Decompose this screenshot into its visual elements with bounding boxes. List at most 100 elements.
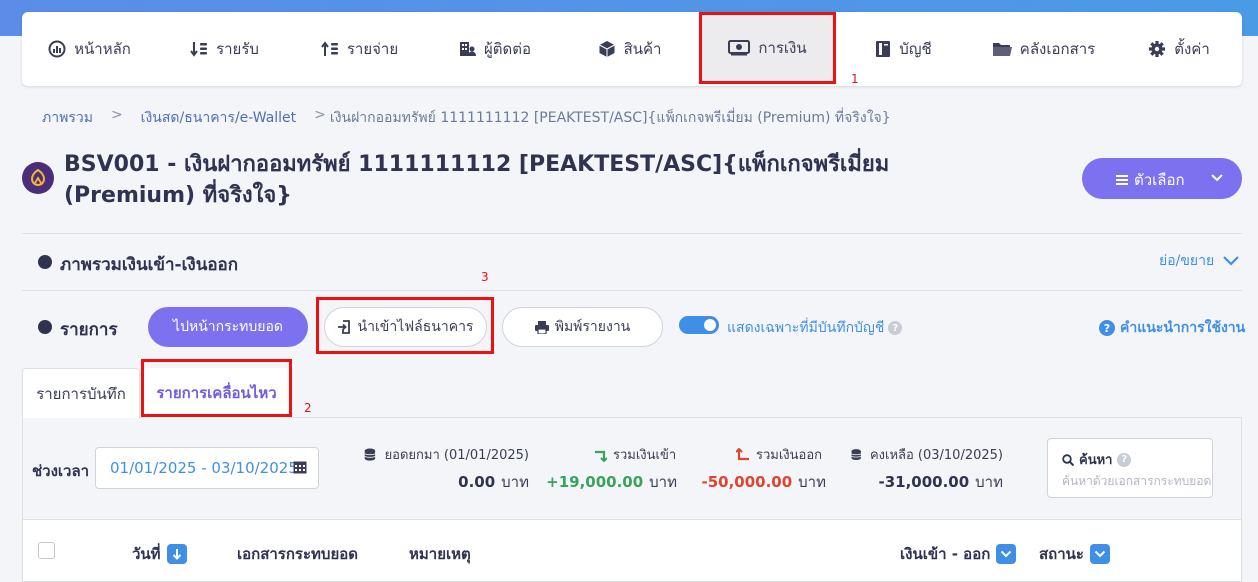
tab-label: รายการบันทึก <box>36 384 126 403</box>
calendar-icon <box>293 461 307 474</box>
column-in-out-label: เงินเข้า - ออก <box>900 545 991 563</box>
currency-unit: บาท <box>798 473 826 491</box>
help-icon[interactable]: ? <box>888 321 903 335</box>
search-box[interactable]: ค้นหา ? ค้นหาด้วยเอกสารกระทบยอด <box>1047 438 1213 498</box>
nav-item-products[interactable]: สินค้า <box>562 12 697 86</box>
options-label-wrap: ตัวเลือก <box>1116 168 1185 192</box>
total-out-value: -50,000.00 <box>701 473 793 491</box>
divider <box>22 290 1242 291</box>
annotation-marker-3: 3 <box>481 270 489 284</box>
annotation-marker-1: 1 <box>851 72 859 86</box>
usage-guide-link[interactable]: ? คำแนะนำการใช้งาน <box>1099 317 1245 339</box>
section-bullet <box>38 255 52 269</box>
nav-item-finance[interactable]: การเงิน <box>699 12 836 84</box>
total-out-stat: รวมเงินออก -50,000.00 บาท <box>701 444 826 491</box>
nav-item-label: ตั้งค่า <box>1174 40 1210 58</box>
column-reconcile-doc: เอกสารกระทบยอด <box>237 545 358 563</box>
date-range-picker[interactable]: 01/01/2025 - 03/10/2025 <box>95 447 319 489</box>
nav-item-label: ผู้ติดต่อ <box>483 40 532 58</box>
divider <box>22 233 1242 234</box>
breadcrumb-separator: > <box>110 107 123 123</box>
balance-label: คงเหลือ (03/10/2025) <box>869 448 1003 463</box>
total-in-label: รวมเงินเข้า <box>613 448 677 463</box>
chevron-down-icon <box>1223 256 1239 266</box>
nav-item-settings[interactable]: ตั้งค่า <box>1116 12 1242 86</box>
breadcrumb: ภาพรวม > เงินสด/ธนาคาร/e-Wallet > เงินฝา… <box>42 107 891 129</box>
balance-stat: คงเหลือ (03/10/2025) -31,000.00 บาท <box>850 444 1003 491</box>
chevron-down-icon[interactable] <box>1089 544 1110 564</box>
total-in-stat: รวมเงินเข้า +19,000.00 บาท <box>546 444 677 491</box>
annotation-highlight-box <box>141 359 292 417</box>
ledger-book-icon <box>876 41 891 57</box>
nav-item-dashboard[interactable]: หน้าหลัก <box>22 12 157 86</box>
product-box-icon <box>598 41 615 57</box>
brought-forward-stat: ยอดยกมา (01/01/2025) 0.00 บาท <box>363 444 529 491</box>
print-report-button[interactable]: พิมพ์รายงาน <box>502 307 663 347</box>
chevron-down-icon[interactable] <box>996 544 1017 564</box>
annotation-marker-2: 2 <box>304 401 312 415</box>
table-header: วันที่ เอกสารกระทบยอด หมายเหตุ เงินเข้า … <box>23 519 1241 581</box>
reconcile-page-button[interactable]: ไปหน้ากระทบยอด <box>148 307 308 347</box>
nav-item-documents[interactable]: คลังเอกสาร <box>971 12 1116 86</box>
nav-item-contacts[interactable]: ผู้ติดต่อ <box>427 12 562 86</box>
search-label: ค้นหา <box>1079 453 1113 468</box>
chevron-down-icon <box>1211 174 1223 182</box>
nav-item-label: สินค้า <box>623 40 662 58</box>
usage-guide-label: คำแนะนำการใช้งาน <box>1120 320 1246 336</box>
toggle-knob <box>704 319 716 331</box>
brought-forward-label: ยอดยกมา (01/01/2025) <box>384 448 529 463</box>
currency-unit: บาท <box>501 473 529 491</box>
brought-forward-value: 0.00 <box>458 473 496 491</box>
tab-recorded-entries[interactable]: รายการบันทึก <box>22 368 140 418</box>
column-in-out: เงินเข้า - ออก <box>900 542 1017 566</box>
currency-unit: บาท <box>649 473 677 491</box>
search-input[interactable]: ค้นหาด้วยเอกสารกระทบยอด <box>1062 472 1212 491</box>
arrow-out-icon <box>736 447 749 460</box>
breadcrumb-separator: > <box>314 107 326 123</box>
column-date: วันที่ <box>132 542 187 566</box>
collapse-expand-toggle[interactable]: ย่อ/ขยาย <box>1159 250 1240 272</box>
breadcrumb-current: เงินฝากออมทรัพย์ 1111111112 [PEAKTEST/AS… <box>329 110 891 126</box>
date-range-value: 01/01/2025 - 03/10/2025 <box>110 459 298 477</box>
period-label: ช่วงเวลา <box>32 462 90 480</box>
nav-item-label: หน้าหลัก <box>74 40 131 58</box>
options-dropdown-button[interactable]: ตัวเลือก <box>1082 158 1242 199</box>
annotation-highlight-box <box>316 297 494 354</box>
reconcile-button-label: ไปหน้ากระทบยอด <box>173 319 283 335</box>
column-note: หมายเหตุ <box>409 545 471 563</box>
show-recorded-only-toggle[interactable] <box>679 316 719 334</box>
breadcrumb-cash-bank-link[interactable]: เงินสด/ธนาคาร/e-Wallet <box>141 107 297 129</box>
transactions-section-title: รายการ <box>60 320 118 340</box>
bank-logo-icon <box>22 162 54 194</box>
select-all-checkbox[interactable] <box>38 542 55 559</box>
search-icon <box>1062 453 1074 466</box>
balance-value: -31,000.00 <box>878 473 970 491</box>
coin-stack-icon <box>364 448 376 461</box>
column-status: สถานะ <box>1039 542 1110 566</box>
sort-down-icon[interactable] <box>166 544 187 564</box>
main-nav: หน้าหลัก รายรับ รายจ่าย ผู้ติดต่อ สินค้า… <box>22 12 1242 86</box>
gear-icon <box>1149 41 1166 57</box>
help-icon[interactable]: ? <box>1117 452 1132 467</box>
nav-item-expense[interactable]: รายจ่าย <box>292 12 427 86</box>
income-icon <box>190 42 208 57</box>
expense-icon <box>321 41 338 56</box>
show-recorded-only-label: แสดงเฉพาะที่มีบันทึกบัญชี <box>727 320 885 336</box>
column-status-label: สถานะ <box>1039 545 1084 563</box>
section-bullet <box>38 320 52 334</box>
breadcrumb-overview-link[interactable]: ภาพรวม <box>42 107 93 129</box>
nav-item-label: รายจ่าย <box>346 40 399 58</box>
help-circle-icon: ? <box>1099 320 1115 336</box>
nav-item-income[interactable]: รายรับ <box>157 12 292 86</box>
coin-stack-icon <box>851 448 862 460</box>
collapse-expand-label: ย่อ/ขยาย <box>1159 253 1215 269</box>
currency-unit: บาท <box>975 473 1003 491</box>
total-in-value: +19,000.00 <box>546 473 644 491</box>
toggle-label-wrap: แสดงเฉพาะที่มีบันทึกบัญชี ? <box>727 317 903 339</box>
nav-item-label: บัญชี <box>899 40 932 58</box>
printer-icon <box>534 320 549 334</box>
nav-item-label: รายรับ <box>216 40 259 58</box>
contacts-icon <box>459 42 476 56</box>
menu-icon <box>1116 175 1128 185</box>
total-out-label: รวมเงินออก <box>756 448 823 463</box>
